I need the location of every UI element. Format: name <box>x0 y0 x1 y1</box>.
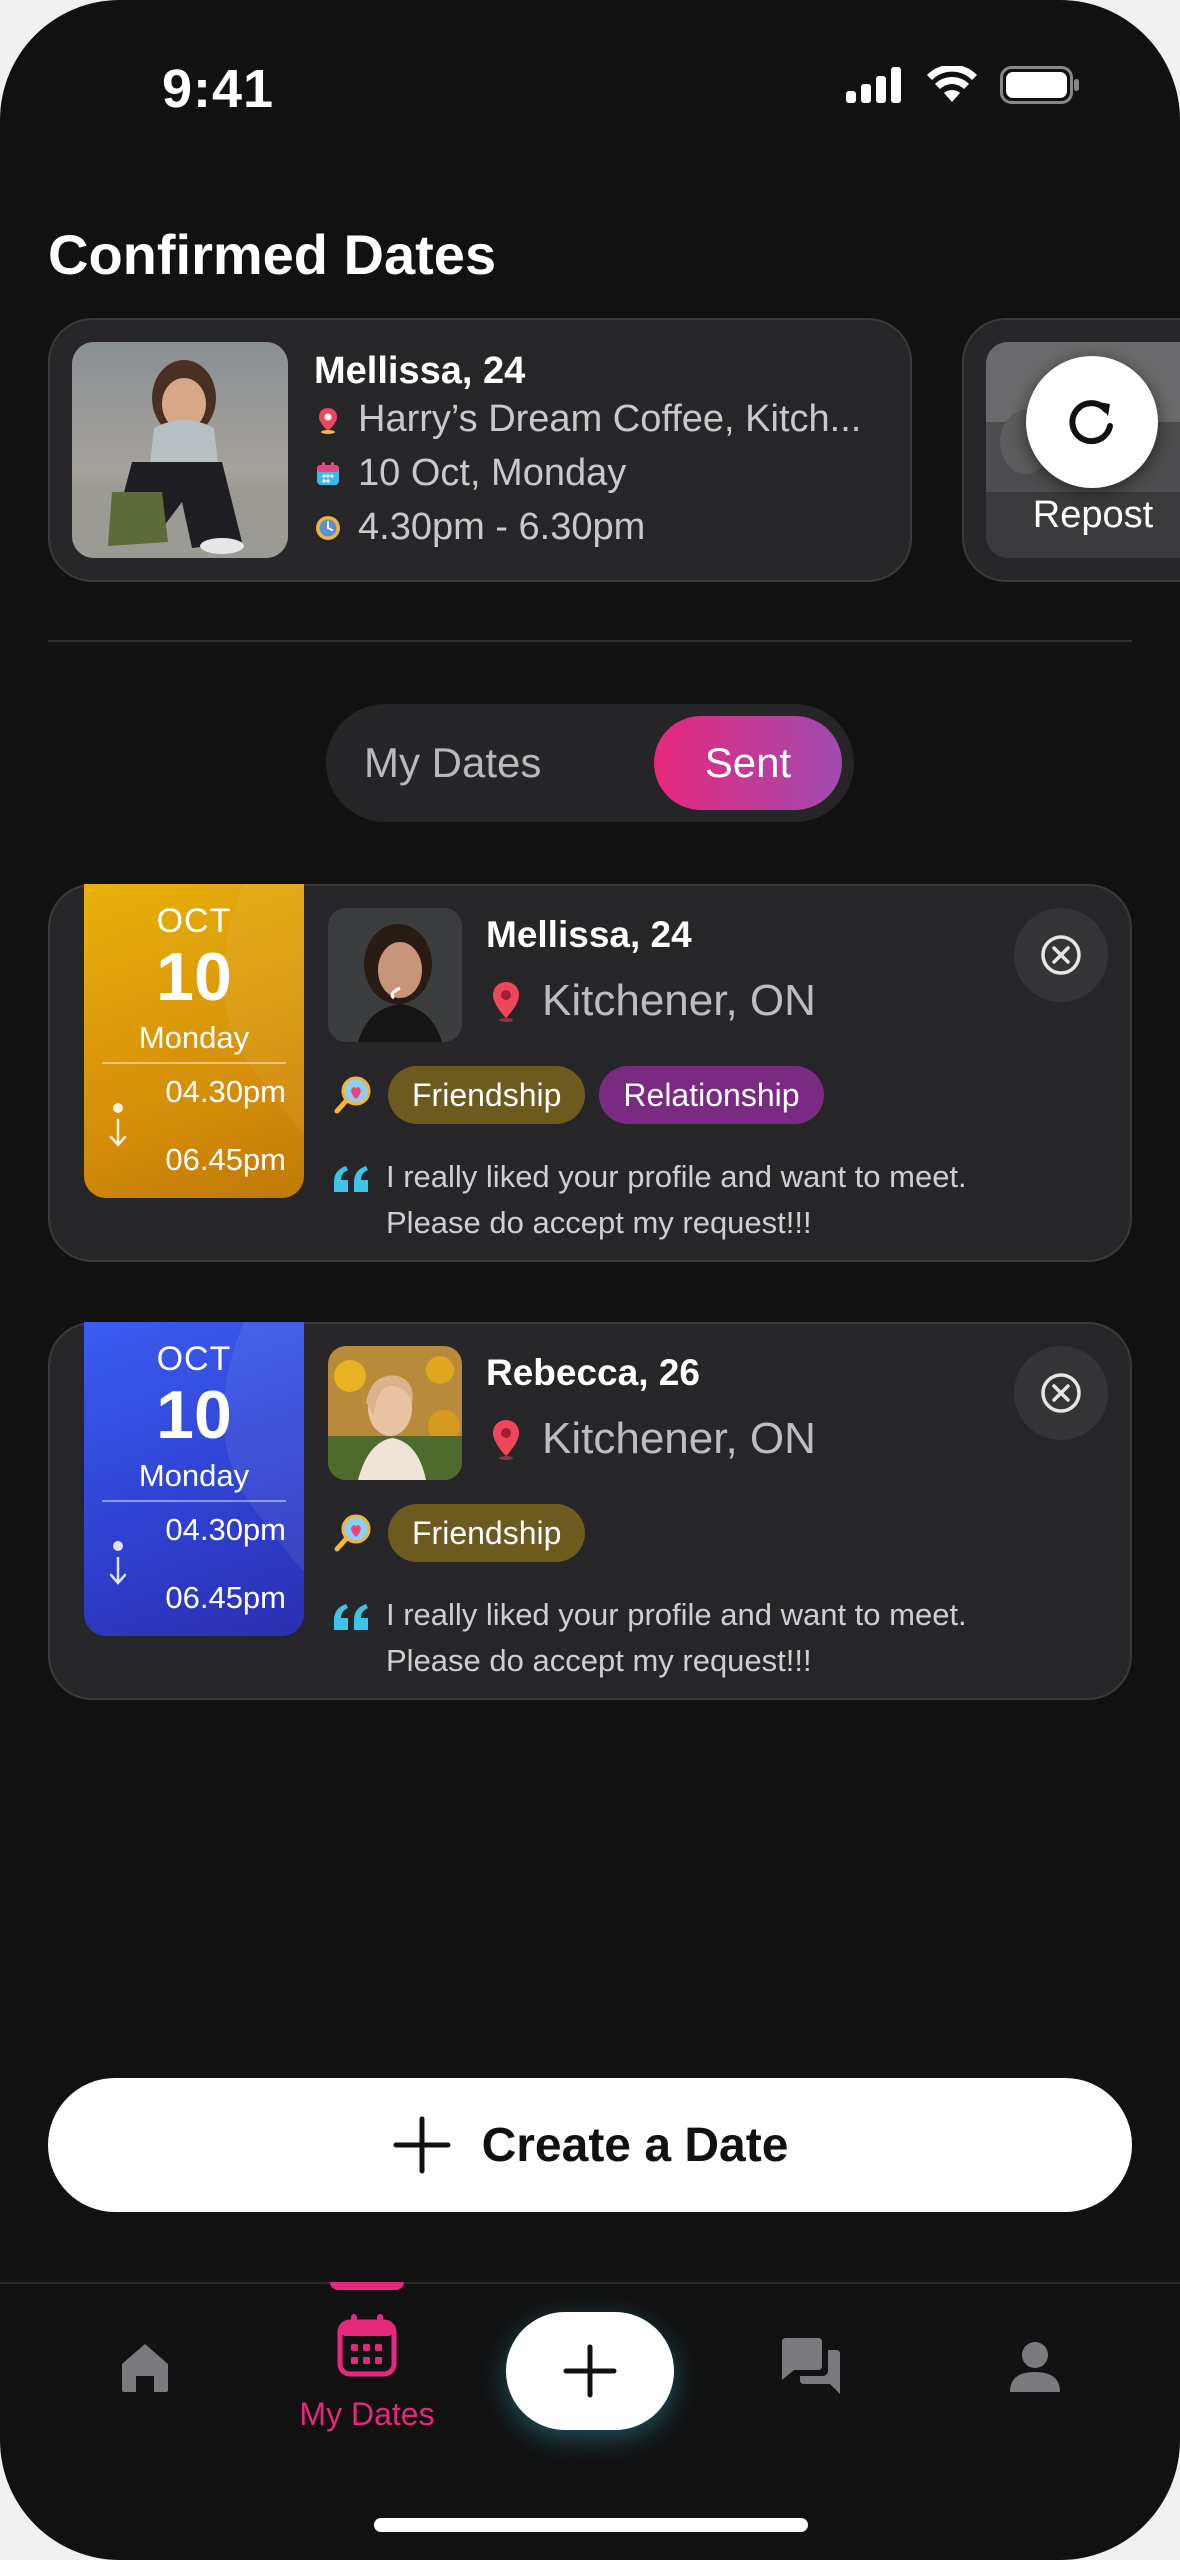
confirmed-date-card[interactable]: Mellissa, 24 Harry’s Dream Coffee, Kitch… <box>48 318 912 582</box>
location-pin-icon <box>319 407 337 434</box>
tile-month: OCT <box>156 902 232 940</box>
tag-relationship: Relationship <box>599 1066 824 1124</box>
request-location: Kitchener, ON <box>542 976 816 1025</box>
tile-divider <box>102 1500 286 1502</box>
create-date-label: Create a Date <box>481 2118 789 2172</box>
confirmed-time-row: 4.30pm - 6.30pm <box>314 506 645 549</box>
tag-friendship: Friendship <box>388 1504 586 1562</box>
calendar-icon <box>337 2314 397 2377</box>
avatar <box>328 908 462 1042</box>
nav-add-button[interactable] <box>506 2312 674 2430</box>
plus-icon <box>563 2344 617 2398</box>
request-message: I really liked your profile and want to … <box>386 1597 967 1678</box>
phone-screen: 9:41 Confirmed Dates Mellissa, 24 Harry’… <box>0 0 1180 2560</box>
close-icon <box>1041 1373 1081 1413</box>
end-time: 06.45pm <box>165 1580 286 1615</box>
tile-day: 10 <box>156 939 232 1015</box>
request-name: Rebecca, 26 <box>486 1352 700 1393</box>
tag-friendship: Friendship <box>388 1066 586 1124</box>
end-time: 06.45pm <box>165 1142 286 1177</box>
date-request-card[interactable]: OCT 10 Monday 04.30pm 06.45pm Mellissa, … <box>48 884 1132 1262</box>
nav-home[interactable] <box>116 2338 174 2396</box>
request-message-row: I really liked your profile and want to … <box>332 1154 1046 1246</box>
search-heart-icon <box>334 1076 371 1114</box>
location-pin-icon <box>493 1420 519 1460</box>
confirmed-place: Harry’s Dream Coffee, Kitch... <box>358 398 862 440</box>
arrow-down-icon <box>109 1103 127 1147</box>
request-location-row: Kitchener, ON <box>490 976 816 1026</box>
close-icon <box>1041 935 1081 975</box>
quote-icon <box>334 1166 368 1192</box>
plus-icon <box>393 2116 451 2174</box>
request-location: Kitchener, ON <box>542 1414 816 1463</box>
confirmed-name: Mellissa, 24 <box>314 350 526 392</box>
tile-month: OCT <box>156 1340 232 1378</box>
start-time: 04.30pm <box>165 1074 286 1109</box>
tile-weekday: Monday <box>138 1458 250 1493</box>
arrow-down-icon <box>109 1541 127 1585</box>
clock-icon <box>316 515 340 540</box>
tile-weekday: Monday <box>138 1020 250 1055</box>
chat-icon <box>782 2338 840 2394</box>
active-tab-indicator <box>330 2282 404 2290</box>
repost-label: Repost <box>1032 494 1154 536</box>
battery-icon <box>1000 66 1079 104</box>
search-heart-icon <box>334 1514 371 1552</box>
start-time: 04.30pm <box>165 1512 286 1547</box>
confirmed-time: 4.30pm - 6.30pm <box>358 506 646 548</box>
refresh-icon <box>1069 400 1113 445</box>
quote-icon <box>334 1604 368 1630</box>
date-tile: OCT 10 Monday 04.30pm 06.45pm <box>84 1322 304 1636</box>
confirmed-date: 10 Oct, Monday <box>358 452 627 494</box>
dismiss-button[interactable] <box>1014 1346 1108 1440</box>
request-name: Mellissa, 24 <box>486 914 692 955</box>
nav-my-dates[interactable] <box>336 2312 398 2378</box>
confirmed-place-row: Harry’s Dream Coffee, Kitch... <box>314 398 861 441</box>
bottom-nav-divider <box>0 2282 1180 2284</box>
request-location-row: Kitchener, ON <box>490 1414 816 1464</box>
nav-profile[interactable] <box>1006 2338 1064 2396</box>
home-indicator <box>374 2518 808 2532</box>
avatar <box>72 342 288 558</box>
create-date-button[interactable]: Create a Date <box>48 2078 1132 2212</box>
dismiss-button[interactable] <box>1014 908 1108 1002</box>
avatar <box>328 1346 462 1480</box>
profile-icon <box>1010 2342 1060 2392</box>
tile-divider <box>102 1062 286 1064</box>
status-time: 9:41 <box>162 59 275 119</box>
date-tile: OCT 10 Monday 04.30pm 06.45pm <box>84 884 304 1198</box>
tile-day: 10 <box>156 1377 232 1453</box>
segmented-control: My Dates Sent <box>326 704 854 822</box>
request-message-row: I really liked your profile and want to … <box>332 1592 1046 1684</box>
divider <box>48 640 1132 642</box>
confirmed-date-row: 10 Oct, Monday <box>314 452 626 495</box>
calendar-icon <box>317 461 339 485</box>
location-pin-icon <box>493 982 519 1022</box>
nav-chats[interactable] <box>778 2336 844 2398</box>
interest-tags: Friendship <box>332 1504 586 1562</box>
request-message: I really liked your profile and want to … <box>386 1159 967 1240</box>
nav-my-dates-label: My Dates <box>299 2396 435 2432</box>
page-title: Confirmed Dates <box>48 223 497 286</box>
status-icons <box>846 66 1080 104</box>
repost-button[interactable] <box>1026 356 1158 488</box>
home-icon <box>122 2344 168 2392</box>
tab-sent[interactable]: Sent <box>654 716 842 810</box>
wifi-icon <box>927 66 977 102</box>
interest-tags: Friendship Relationship <box>332 1066 824 1124</box>
date-request-card[interactable]: OCT 10 Monday 04.30pm 06.45pm Rebecca, 2… <box>48 1322 1132 1700</box>
tab-my-dates[interactable]: My Dates <box>364 704 541 822</box>
signal-icon <box>846 67 901 103</box>
